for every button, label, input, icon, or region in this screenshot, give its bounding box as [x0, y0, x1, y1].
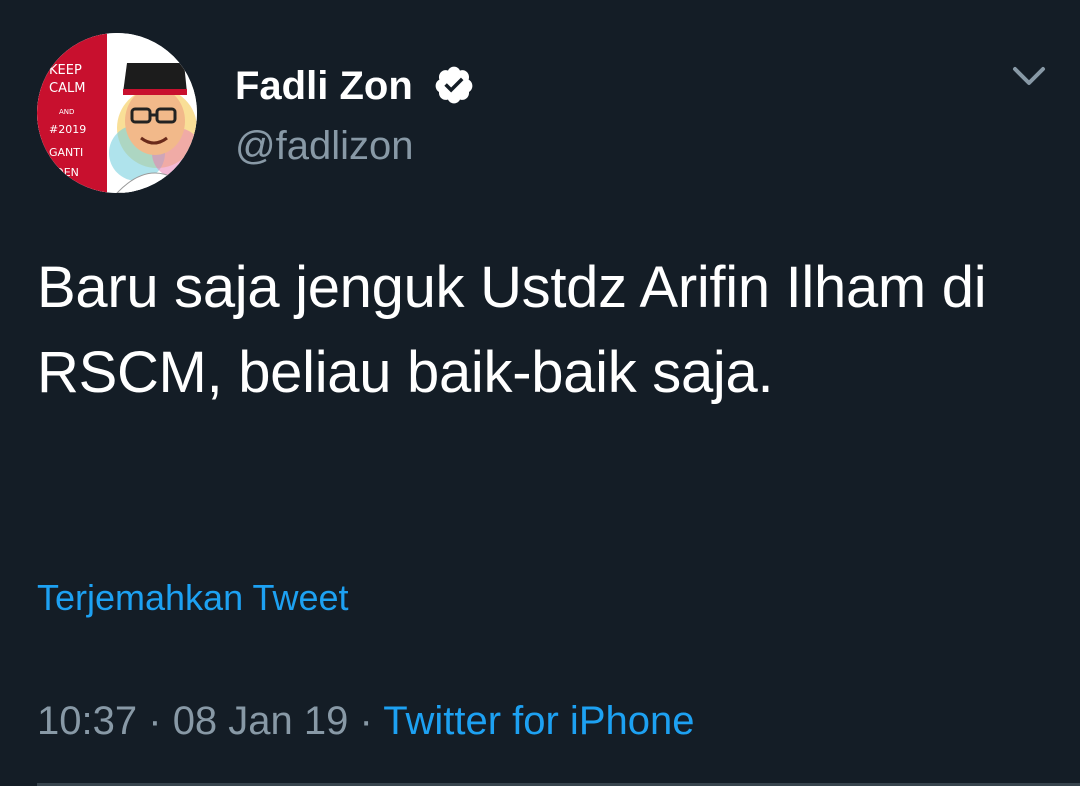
tweet-card: KEEP CALM AND #2019 GANTI SIDEN Fadli Zo… — [0, 0, 1080, 786]
meta-separator: · — [359, 699, 373, 743]
avatar-text-line: SIDEN — [45, 166, 79, 179]
tweet-meta: 10:37 · 08 Jan 19 · Twitter for iPhone — [37, 697, 694, 745]
display-name[interactable]: Fadli Zon — [235, 62, 413, 110]
translate-tweet-link[interactable]: Terjemahkan Tweet — [37, 575, 349, 621]
tweet-date: 08 Jan 19 — [172, 699, 349, 743]
avatar-text-line: #2019 — [49, 123, 87, 136]
tweet-time: 10:37 — [37, 699, 138, 743]
avatar-text-line: KEEP — [49, 63, 82, 78]
tweet-text: Baru saja jenguk Ustdz Arifin Ilham di R… — [37, 255, 987, 405]
meta-separator: · — [148, 699, 162, 743]
avatar-text-line: AND — [59, 108, 75, 116]
verified-badge-icon — [435, 66, 473, 104]
avatar-text-line: GANTI — [49, 146, 84, 159]
avatar[interactable]: KEEP CALM AND #2019 GANTI SIDEN — [37, 33, 197, 193]
chevron-down-icon[interactable] — [1012, 64, 1046, 88]
user-handle[interactable]: @fadlizon — [235, 122, 413, 170]
avatar-text-line: CALM — [49, 81, 86, 96]
tweet-source-link[interactable]: Twitter for iPhone — [383, 699, 694, 743]
avatar-poster-text: KEEP CALM AND #2019 GANTI SIDEN — [37, 33, 97, 193]
